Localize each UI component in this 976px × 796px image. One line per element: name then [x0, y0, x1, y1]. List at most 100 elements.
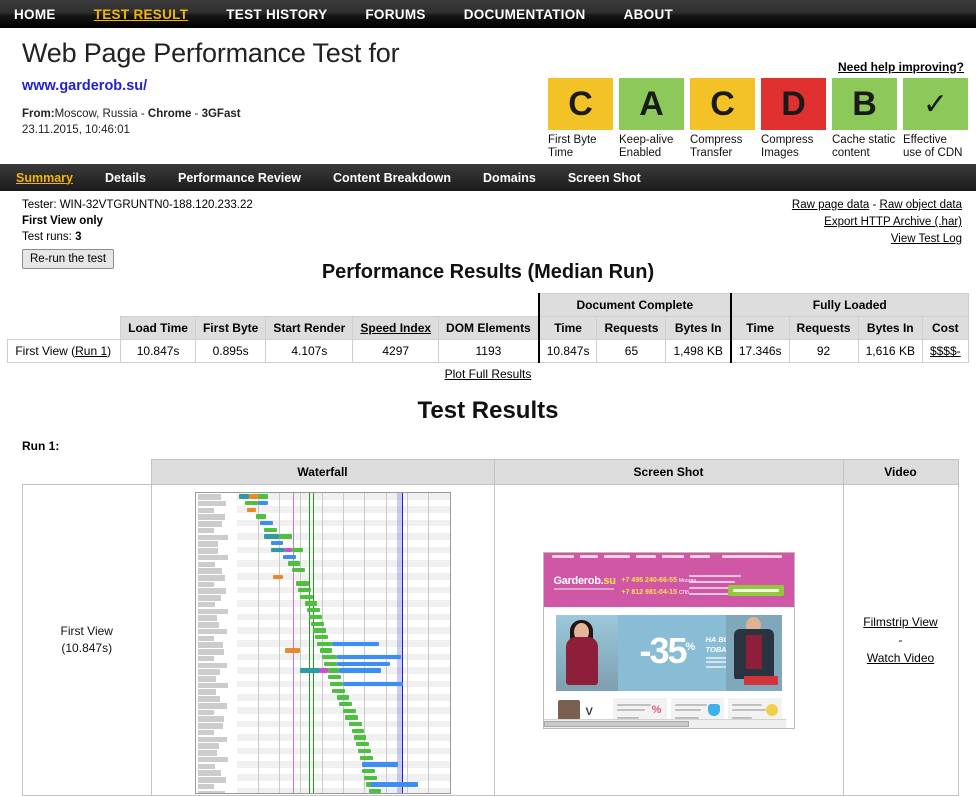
tab-details[interactable]: Details — [105, 171, 146, 185]
waterfall-bar[interactable] — [238, 494, 250, 499]
waterfall-bar[interactable] — [291, 547, 303, 553]
waterfall-bar[interactable] — [313, 628, 326, 633]
waterfall-bar[interactable] — [279, 534, 292, 539]
waterfall-bar[interactable] — [247, 507, 256, 512]
waterfall-request-label — [197, 702, 227, 709]
waterfall-bar[interactable] — [287, 561, 301, 566]
waterfall-bar[interactable] — [283, 554, 297, 559]
raw-object-data-link[interactable]: Raw object data — [880, 199, 962, 211]
waterfall-bar[interactable] — [353, 735, 367, 740]
waterfall-bar[interactable] — [311, 621, 324, 626]
waterfall-chart[interactable] — [194, 492, 451, 794]
waterfall-bar[interactable] — [343, 681, 403, 687]
waterfall-bar[interactable] — [349, 722, 363, 727]
waterfall-bar[interactable] — [355, 742, 369, 747]
waterfall-bar[interactable] — [300, 594, 314, 600]
waterfall-bar[interactable] — [328, 675, 341, 680]
waterfall-bar[interactable] — [272, 574, 284, 579]
waterfall-bar[interactable] — [317, 641, 333, 646]
perf-col-start-render: Start Render — [265, 316, 354, 340]
waterfall-bar[interactable] — [300, 668, 320, 673]
waterfall-bar[interactable] — [323, 661, 337, 667]
waterfall-bar[interactable] — [270, 541, 284, 546]
topnav-item-test-result[interactable]: TEST RESULT — [94, 7, 189, 22]
waterfall-gridline — [406, 493, 408, 793]
tab-content-breakdown[interactable]: Content Breakdown — [333, 171, 451, 185]
waterfall-bar[interactable] — [319, 648, 333, 653]
waterfall-bar[interactable] — [306, 608, 320, 613]
waterfall-bar[interactable] — [336, 661, 390, 667]
waterfall-bar[interactable] — [264, 527, 277, 533]
waterfall-bar[interactable] — [298, 588, 312, 593]
waterfall-bar[interactable] — [338, 668, 382, 673]
waterfall-bar[interactable] — [362, 762, 399, 767]
table-header-row: Load Time First Byte Start Render Speed Ind… — [8, 316, 969, 340]
waterfall-request-label — [197, 655, 214, 662]
waterfall-bar[interactable] — [245, 500, 258, 506]
need-help-improving-link[interactable]: Need help improving? — [838, 60, 964, 74]
waterfall-bar[interactable] — [315, 634, 329, 640]
watch-video-link[interactable]: Watch Video — [867, 651, 934, 665]
waterfall-bar[interactable] — [319, 668, 329, 673]
waterfall-bar[interactable] — [321, 655, 337, 660]
re-run-test-button[interactable]: Re-run the test — [22, 249, 115, 269]
waterfall-bar[interactable] — [296, 581, 309, 586]
waterfall-bar[interactable] — [259, 521, 273, 526]
performance-results-section: Document Complete Fully Loaded Load Time F… — [0, 293, 976, 363]
waterfall-bar[interactable] — [351, 728, 365, 734]
results-header-screenshot: Screen Shot — [493, 459, 844, 485]
waterfall-bar[interactable] — [285, 547, 292, 553]
waterfall-bar[interactable] — [332, 641, 380, 646]
waterfall-bar[interactable] — [257, 500, 269, 506]
tab-screen-shot[interactable]: Screen Shot — [568, 171, 641, 185]
filmstrip-view-link[interactable]: Filmstrip View — [863, 615, 937, 629]
raw-page-data-link[interactable]: Raw page data — [792, 199, 869, 211]
export-har-link[interactable]: Export HTTP Archive (.har) — [824, 216, 962, 228]
waterfall-bar[interactable] — [332, 688, 346, 693]
waterfall-bar[interactable] — [364, 775, 378, 780]
speed-index-link[interactable]: Speed Index — [360, 321, 431, 335]
waterfall-bar[interactable] — [249, 494, 258, 499]
site-screenshot-thumbnail[interactable]: Garderob.su +7 495 240-66-55 Москва +7 8… — [542, 551, 795, 729]
waterfall-bar[interactable] — [291, 567, 305, 573]
waterfall-bar[interactable] — [360, 755, 373, 760]
topnav-item-forums[interactable]: FORUMS — [365, 7, 425, 22]
view-test-log-link[interactable]: View Test Log — [891, 233, 962, 245]
waterfall-bar[interactable] — [336, 695, 350, 700]
waterfall-bar[interactable] — [270, 547, 286, 553]
waterfall-bar[interactable] — [328, 668, 339, 673]
topnav-item-about[interactable]: ABOUT — [624, 7, 674, 22]
site-order-button[interactable] — [727, 584, 784, 596]
waterfall-bar[interactable] — [338, 701, 352, 707]
plot-full-results-link[interactable]: Plot Full Results — [445, 367, 532, 381]
perf-col-speed-index[interactable]: Speed Index — [352, 316, 440, 340]
waterfall-bar[interactable] — [304, 601, 318, 606]
waterfall-request-label — [197, 608, 228, 615]
waterfall-bar[interactable] — [257, 494, 269, 499]
topnav-item-home[interactable]: HOME — [14, 7, 56, 22]
waterfall-bar[interactable] — [255, 514, 267, 519]
screenshot-horizontal-scrollbar[interactable] — [543, 718, 786, 728]
waterfall-cell[interactable] — [150, 484, 495, 796]
topnav-item-documentation[interactable]: DOCUMENTATION — [464, 7, 586, 22]
perf-group-document-complete: Document Complete — [537, 293, 732, 317]
waterfall-bar[interactable] — [357, 748, 371, 754]
tab-summary[interactable]: Summary — [16, 171, 73, 185]
waterfall-bar[interactable] — [362, 768, 375, 774]
cost-link[interactable]: $$$$- — [930, 344, 961, 358]
tab-domains[interactable]: Domains — [483, 171, 536, 185]
waterfall-gridline — [450, 493, 451, 793]
run-1-link[interactable]: Run 1 — [75, 344, 107, 358]
screenshot-cell[interactable]: Garderob.su +7 495 240-66-55 Москва +7 8… — [493, 484, 844, 796]
waterfall-bar[interactable] — [336, 655, 401, 660]
waterfall-bar[interactable] — [368, 789, 382, 793]
topnav-item-test-history[interactable]: TEST HISTORY — [226, 7, 327, 22]
waterfall-bar[interactable] — [330, 681, 343, 687]
waterfall-bar[interactable] — [343, 708, 356, 713]
waterfall-bar[interactable] — [345, 715, 358, 720]
waterfall-bar[interactable] — [285, 648, 301, 653]
tab-performance-review[interactable]: Performance Review — [178, 171, 301, 185]
perf-value-cost[interactable]: $$$$- — [921, 339, 969, 363]
waterfall-bar[interactable] — [264, 534, 280, 539]
waterfall-bar[interactable] — [308, 614, 322, 620]
